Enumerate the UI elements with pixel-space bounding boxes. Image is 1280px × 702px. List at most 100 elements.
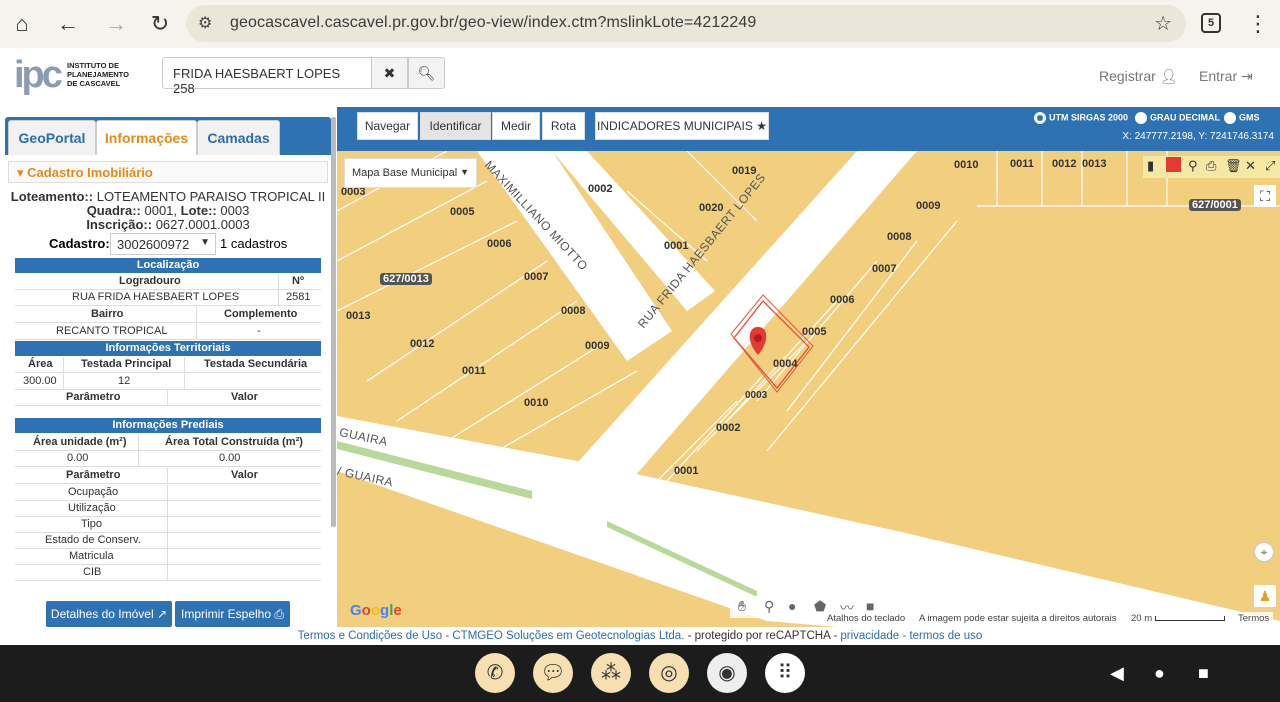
table-row: Ocupação — [15, 485, 321, 501]
locate-button[interactable]: ⌖ — [1254, 542, 1274, 562]
terms-of-use-link[interactable]: Termos e Condições de Uso — [298, 630, 442, 642]
address-bar[interactable]: ⚙ geocascavel.cascavel.pr.gov.br/geo-vie… — [186, 5, 1186, 42]
hand-icon[interactable]: ✋︎ — [738, 598, 746, 615]
medir-button[interactable]: Medir — [492, 112, 540, 140]
table-row: Parâmetro Valor — [15, 390, 321, 406]
assistant-app-icon[interactable]: ⁂ — [591, 653, 631, 693]
lot-number-label: 0008 — [887, 231, 912, 243]
radio-circle-icon — [1135, 112, 1147, 124]
lot-number-label: 0010 — [954, 159, 979, 171]
browser-toolbar: ⌂ ← → ↻ ⚙ geocascavel.cascavel.pr.gov.br… — [0, 0, 1280, 48]
bookmark-star-icon[interactable]: ☆ — [1154, 11, 1172, 36]
pegman-button[interactable]: ♟ — [1254, 585, 1276, 607]
tab-switcher-button[interactable]: 5 — [1201, 13, 1221, 33]
phone-app-icon[interactable]: ✆ — [475, 653, 515, 693]
table-row: Área Testada Principal Testada Secundári… — [15, 357, 321, 373]
lot-number-label: 0002 — [716, 422, 741, 434]
table-row: Matricula — [15, 549, 321, 565]
search-button[interactable]: 🔍︎ — [408, 57, 445, 89]
lot-number-label: 0005 — [802, 326, 827, 338]
company-link[interactable]: CTMGEO Soluções em Geotecnologias Ltda. — [452, 630, 684, 642]
page-footer: Termos e Condições de Uso - CTMGEO Soluç… — [0, 628, 1280, 645]
forward-icon[interactable]: → — [104, 12, 128, 36]
terms-link[interactable]: Termos — [1234, 612, 1274, 626]
radio-circle-icon — [1034, 112, 1046, 124]
signal-bars-icon[interactable]: ▮ — [1147, 158, 1154, 174]
pegman-icon: ♟ — [1258, 588, 1272, 604]
keyboard-shortcuts-link[interactable]: Atalhos do teclado — [823, 612, 910, 626]
ipc-logo[interactable]: ipc INSTITUTO DE PLANEJAMENTO DE CASCAVE… — [12, 53, 152, 99]
chrome-app-icon[interactable]: ◎ — [649, 653, 689, 693]
lot-number-label: 0001 — [674, 465, 699, 477]
lot-number-label: 0011 — [1010, 158, 1034, 170]
recents-nav-icon[interactable]: ■ — [1198, 663, 1209, 684]
clear-search-button[interactable]: ✖ — [371, 57, 408, 89]
expand-icon[interactable]: ⤢ — [1265, 158, 1275, 174]
pin-icon[interactable]: ⚲ — [764, 598, 774, 615]
home-nav-icon[interactable]: ● — [1154, 663, 1165, 684]
crosshair-icon: ⌖ — [1260, 545, 1268, 559]
sign-in-icon: ⇥ — [1241, 68, 1253, 84]
print-icon[interactable]: ⎙ — [1206, 158, 1216, 174]
identificar-button[interactable]: Identificar — [420, 112, 491, 140]
imagery-notice: A imagem pode estar sujeita a direitos a… — [915, 612, 1121, 626]
table-row: Logradouro Nº — [15, 274, 321, 290]
site-settings-icon[interactable]: ⚙ — [198, 13, 212, 33]
tab-camadas[interactable]: Camadas — [197, 120, 280, 155]
user-icon: 👤︎ — [1159, 68, 1178, 84]
tab-informacoes[interactable]: Informações — [96, 120, 197, 155]
zoom-icon[interactable]: ⚲ — [1188, 158, 1198, 174]
table-row: CIB — [15, 565, 321, 581]
camera-app-icon[interactable]: ◉ — [707, 653, 747, 693]
map-area[interactable]: Navegar Identificar Medir Rota INDICADOR… — [337, 107, 1280, 627]
table-row: Utilização — [15, 501, 321, 517]
logo-text: INSTITUTO DE PLANEJAMENTO DE CASCAVEL — [67, 61, 129, 88]
cadastro-header[interactable]: ▾ Cadastro Imobiliário — [8, 161, 328, 183]
lot-number-label: 0012 — [1052, 158, 1077, 170]
lot-number-label: 0003 — [745, 390, 768, 401]
home-icon[interactable]: ⌂ — [10, 12, 34, 36]
external-link-icon: ↗ — [157, 607, 168, 621]
navegar-button[interactable]: Navegar — [357, 112, 418, 140]
base-map-select[interactable]: Mapa Base Municipal ▼ — [344, 158, 477, 188]
radio-gms[interactable]: GMS — [1224, 112, 1260, 124]
rota-button[interactable]: Rota — [542, 112, 585, 140]
table-row: Parâmetro Valor — [15, 468, 321, 484]
table-row: Estado de Conserv. — [15, 533, 321, 549]
search-icon: 🔍︎ — [417, 65, 436, 81]
back-nav-icon[interactable]: ◀ — [1110, 663, 1124, 684]
table-row: Área unidade (m²) Área Total Construída … — [15, 435, 321, 451]
imprimir-espelho-button[interactable]: Imprimir Espelho ⎙ — [175, 601, 290, 627]
close-icon[interactable]: ✕ — [1245, 158, 1256, 174]
lot-number-label: 0013 — [1082, 158, 1107, 170]
indicadores-municipais-button[interactable]: INDICADORES MUNICIPAIS ★ — [595, 112, 769, 140]
lot-number-label: 0010 — [524, 397, 549, 409]
address-search-input[interactable]: FRIDA HAESBAERT LOPES 258 — [162, 57, 372, 96]
map-canvas[interactable] — [337, 151, 1280, 627]
circle-icon[interactable]: ● — [788, 598, 796, 614]
cadastro-select[interactable]: 3002600972 ▼ — [110, 233, 216, 255]
quadra-badge: 627/0001 — [1189, 199, 1241, 211]
privacy-link[interactable]: privacidade — [840, 630, 899, 642]
lot-number-label: 0006 — [487, 238, 512, 250]
red-square-icon[interactable] — [1166, 157, 1181, 172]
detalhes-imovel-button[interactable]: Detalhes do Imóvel ↗ — [46, 601, 172, 627]
back-icon[interactable]: ← — [56, 12, 80, 36]
app-drawer-icon[interactable]: ⠿ — [765, 653, 805, 693]
panel-scrollbar[interactable] — [331, 117, 336, 527]
map-tools-bar: ▮ ⚲ ⎙ 🗑︎ ✕ ⤢ — [1143, 156, 1280, 178]
fullscreen-button[interactable]: ⛶ — [1254, 185, 1276, 207]
radio-utm[interactable]: UTM SIRGAS 2000 — [1034, 112, 1128, 124]
lot-number-label: 0001 — [664, 240, 689, 252]
recaptcha-terms-link[interactable]: termos de uso — [909, 630, 982, 642]
reload-icon[interactable]: ↻ — [148, 12, 172, 36]
radio-grau-decimal[interactable]: GRAU DECIMAL — [1135, 112, 1220, 124]
lot-number-label: 0006 — [830, 294, 855, 306]
registrar-link[interactable]: Registrar 👤︎ — [1099, 68, 1177, 85]
tab-geoportal[interactable]: GeoPortal — [8, 120, 96, 155]
table-row: Bairro Complemento — [15, 307, 321, 323]
menu-dots-icon[interactable]: ⋮ — [1246, 12, 1270, 36]
trash-icon[interactable]: 🗑︎ — [1225, 158, 1242, 174]
messages-app-icon[interactable]: 💬︎ — [533, 653, 573, 693]
entrar-link[interactable]: Entrar ⇥ — [1199, 68, 1253, 85]
